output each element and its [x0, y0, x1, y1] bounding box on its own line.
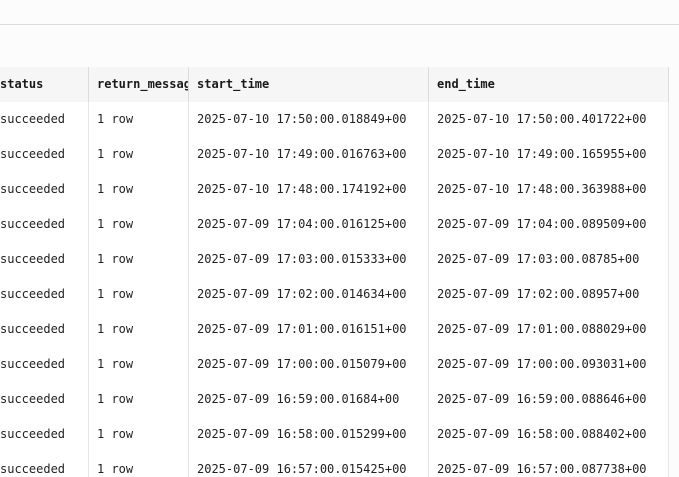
- cell-start-time[interactable]: 2025-07-09 17:02:00.014634+00: [189, 277, 429, 312]
- cell-return-message[interactable]: 1 row: [89, 102, 189, 137]
- cell-start-time[interactable]: 2025-07-09 16:58:00.015299+00: [189, 417, 429, 452]
- cell-status[interactable]: succeeded: [0, 382, 89, 417]
- grid-right-gutter: [669, 67, 679, 477]
- cell-return-message[interactable]: 1 row: [89, 242, 189, 277]
- cell-end-time[interactable]: 2025-07-09 16:58:00.088402+00: [429, 417, 669, 452]
- cell-start-time[interactable]: 2025-07-10 17:49:00.016763+00: [189, 137, 429, 172]
- column-header-return-message[interactable]: return_message: [89, 67, 189, 102]
- cell-return-message[interactable]: 1 row: [89, 172, 189, 207]
- table-row[interactable]: succeeded 1 row 2025-07-09 16:57:00.0154…: [0, 452, 669, 477]
- table-row[interactable]: succeeded 1 row 2025-07-09 17:03:00.0153…: [0, 242, 669, 278]
- table-row[interactable]: succeeded 1 row 2025-07-09 16:59:00.0168…: [0, 382, 669, 418]
- results-toolbar: [0, 25, 679, 68]
- cell-status[interactable]: succeeded: [0, 172, 89, 207]
- cell-return-message[interactable]: 1 row: [89, 137, 189, 172]
- cell-start-time[interactable]: 2025-07-09 17:01:00.016151+00: [189, 312, 429, 347]
- table-row[interactable]: succeeded 1 row 2025-07-10 17:49:00.0167…: [0, 137, 669, 173]
- column-header-end-time[interactable]: end_time: [429, 67, 669, 102]
- cell-status[interactable]: succeeded: [0, 312, 89, 347]
- table-row[interactable]: succeeded 1 row 2025-07-10 17:48:00.1741…: [0, 172, 669, 208]
- cell-return-message[interactable]: 1 row: [89, 277, 189, 312]
- cell-status[interactable]: succeeded: [0, 277, 89, 312]
- table-row[interactable]: succeeded 1 row 2025-07-09 16:58:00.0152…: [0, 417, 669, 453]
- cell-status[interactable]: succeeded: [0, 242, 89, 277]
- cell-start-time[interactable]: 2025-07-09 17:04:00.016125+00: [189, 207, 429, 242]
- cell-return-message[interactable]: 1 row: [89, 347, 189, 382]
- cell-end-time[interactable]: 2025-07-09 17:02:00.08957+00: [429, 277, 669, 312]
- column-header-status[interactable]: status: [0, 67, 89, 102]
- cell-status[interactable]: succeeded: [0, 347, 89, 382]
- table-row[interactable]: succeeded 1 row 2025-07-10 17:50:00.0188…: [0, 102, 669, 138]
- cell-status[interactable]: succeeded: [0, 452, 89, 477]
- results-grid: status return_message start_time end_tim…: [0, 67, 679, 477]
- cell-start-time[interactable]: 2025-07-10 17:50:00.018849+00: [189, 102, 429, 137]
- cell-return-message[interactable]: 1 row: [89, 382, 189, 417]
- cell-end-time[interactable]: 2025-07-09 16:57:00.087738+00: [429, 452, 669, 477]
- cell-start-time[interactable]: 2025-07-10 17:48:00.174192+00: [189, 172, 429, 207]
- cell-end-time[interactable]: 2025-07-09 17:01:00.088029+00: [429, 312, 669, 347]
- column-header-start-time[interactable]: start_time: [189, 67, 429, 102]
- cell-return-message[interactable]: 1 row: [89, 312, 189, 347]
- table-row[interactable]: succeeded 1 row 2025-07-09 17:04:00.0161…: [0, 207, 669, 243]
- cell-start-time[interactable]: 2025-07-09 16:59:00.01684+00: [189, 382, 429, 417]
- cell-start-time[interactable]: 2025-07-09 17:03:00.015333+00: [189, 242, 429, 277]
- cell-status[interactable]: succeeded: [0, 137, 89, 172]
- top-bar: [0, 0, 679, 25]
- cell-end-time[interactable]: 2025-07-10 17:50:00.401722+00: [429, 102, 669, 137]
- cell-status[interactable]: succeeded: [0, 102, 89, 137]
- table-header: status return_message start_time end_tim…: [0, 67, 669, 103]
- table-row[interactable]: succeeded 1 row 2025-07-09 17:02:00.0146…: [0, 277, 669, 313]
- cell-start-time[interactable]: 2025-07-09 17:00:00.015079+00: [189, 347, 429, 382]
- cell-end-time[interactable]: 2025-07-09 17:00:00.093031+00: [429, 347, 669, 382]
- cell-start-time[interactable]: 2025-07-09 16:57:00.015425+00: [189, 452, 429, 477]
- table-row[interactable]: succeeded 1 row 2025-07-09 17:00:00.0150…: [0, 347, 669, 383]
- cell-return-message[interactable]: 1 row: [89, 452, 189, 477]
- table-row[interactable]: succeeded 1 row 2025-07-09 17:01:00.0161…: [0, 312, 669, 348]
- cell-end-time[interactable]: 2025-07-09 16:59:00.088646+00: [429, 382, 669, 417]
- cell-end-time[interactable]: 2025-07-10 17:48:00.363988+00: [429, 172, 669, 207]
- cell-return-message[interactable]: 1 row: [89, 207, 189, 242]
- cell-return-message[interactable]: 1 row: [89, 417, 189, 452]
- cell-end-time[interactable]: 2025-07-09 17:04:00.089509+00: [429, 207, 669, 242]
- cell-end-time[interactable]: 2025-07-09 17:03:00.08785+00: [429, 242, 669, 277]
- cell-status[interactable]: succeeded: [0, 207, 89, 242]
- cell-end-time[interactable]: 2025-07-10 17:49:00.165955+00: [429, 137, 669, 172]
- cell-status[interactable]: succeeded: [0, 417, 89, 452]
